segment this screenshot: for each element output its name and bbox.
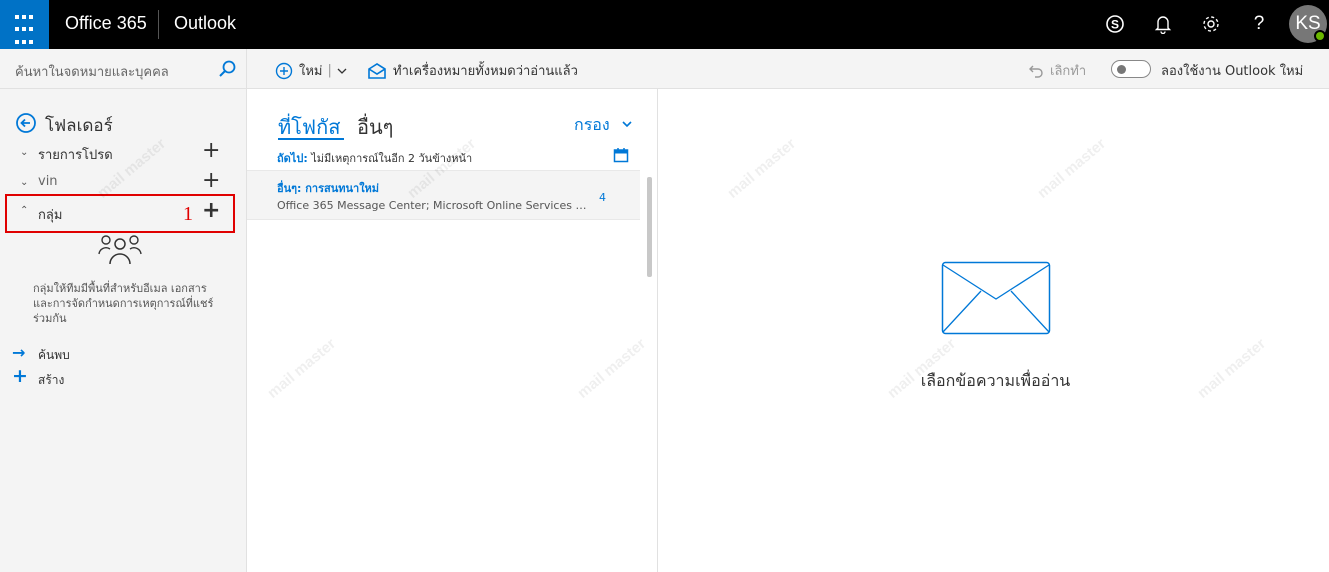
message-count: 4 xyxy=(599,191,606,204)
back-arrow-icon[interactable] xyxy=(15,112,37,138)
message-item[interactable]: อื่นๆ: การสนทนาใหม่ Office 365 Message C… xyxy=(247,170,640,220)
chevron-down-icon[interactable] xyxy=(336,65,348,77)
groups-icon xyxy=(98,234,142,274)
filter-button[interactable]: กรอง xyxy=(574,113,633,138)
new-button[interactable]: ใหม่ | xyxy=(275,60,348,81)
chevron-down-icon xyxy=(622,121,632,128)
add-icon[interactable]: + xyxy=(202,138,220,164)
message-preview: Office 365 Message Center; Microsoft Onl… xyxy=(277,199,587,212)
try-new-outlook-label: ลองใช้งาน Outlook ใหม่ xyxy=(1161,64,1304,79)
active-tab-indicator xyxy=(278,138,344,140)
tab-other[interactable]: อื่นๆ xyxy=(357,111,393,143)
envelope-icon xyxy=(941,261,1051,339)
message-list: ที่โฟกัส อื่นๆ กรอง ถัดไป: ไม่มีเหตุการณ… xyxy=(247,89,658,572)
upcoming-events[interactable]: ถัดไป: ไม่มีเหตุการณ์ในอีก 2 วันข้างหน้า xyxy=(277,149,472,167)
skype-icon[interactable]: S xyxy=(1103,12,1127,36)
command-bar: ใหม่ | ทำเครื่องหมายทั้งหมดว่าอ่านแล้ว เ… xyxy=(247,49,1329,89)
add-circle-icon xyxy=(275,62,293,79)
app-launcher-icon[interactable] xyxy=(0,0,49,49)
reading-pane: เลือกข้อความเพื่ออ่าน xyxy=(658,89,1329,572)
undo-button[interactable]: เลิกทำ xyxy=(1028,60,1086,81)
discover-groups-link[interactable]: → ค้นพบ xyxy=(10,343,210,363)
gear-icon[interactable] xyxy=(1199,12,1223,36)
section-favorites[interactable]: ⌄ รายการโปรด + xyxy=(0,138,246,167)
highlight-box xyxy=(5,194,235,233)
bell-icon[interactable] xyxy=(1151,12,1175,36)
search-box[interactable]: ค้นหาในจดหมายและบุคคล xyxy=(0,49,246,89)
new-outlook-toggle[interactable] xyxy=(1111,60,1151,78)
annotation-number: 1 xyxy=(183,203,193,225)
undo-icon xyxy=(1029,65,1043,78)
app-name[interactable]: Outlook xyxy=(174,13,236,34)
scrollbar[interactable] xyxy=(647,177,652,277)
empty-reading-message: เลือกข้อความเพื่ออ่าน xyxy=(920,371,1071,390)
message-sender: อื่นๆ: การสนทนาใหม่ xyxy=(277,182,380,195)
presence-status-icon xyxy=(1314,30,1326,42)
folder-pane: ค้นหาในจดหมายและบุคคล โฟลเดอร์ ⌄ รายการโ… xyxy=(0,49,247,572)
calendar-icon[interactable] xyxy=(613,147,629,167)
add-icon[interactable]: + xyxy=(202,168,220,194)
envelope-open-icon xyxy=(368,62,386,79)
search-icon[interactable] xyxy=(217,59,237,83)
help-icon[interactable]: ? xyxy=(1247,12,1271,36)
search-input[interactable]: ค้นหาในจดหมายและบุคคล xyxy=(15,61,169,82)
arrow-right-icon: → xyxy=(12,343,26,362)
section-label: รายการโปรด xyxy=(38,148,113,163)
plus-icon: + xyxy=(12,365,28,387)
section-label: vin xyxy=(38,174,58,189)
create-group-link[interactable]: + สร้าง xyxy=(10,365,210,388)
groups-description: กลุ่มให้ทีมมีพื้นที่สำหรับอีเมล เอกสาร แ… xyxy=(33,282,214,325)
folders-title: โฟลเดอร์ xyxy=(45,116,113,136)
svg-text:S: S xyxy=(1111,18,1119,32)
chevron-down-icon[interactable]: ⌄ xyxy=(20,177,28,188)
mark-all-read-button[interactable]: ทำเครื่องหมายทั้งหมดว่าอ่านแล้ว xyxy=(368,60,578,81)
top-bar: Office 365 Outlook S ? KS xyxy=(0,0,1329,49)
brand-name[interactable]: Office 365 xyxy=(65,13,147,34)
chevron-down-icon[interactable]: ⌄ xyxy=(20,147,28,158)
toggle-knob xyxy=(1117,65,1126,74)
brand-divider xyxy=(158,10,159,39)
